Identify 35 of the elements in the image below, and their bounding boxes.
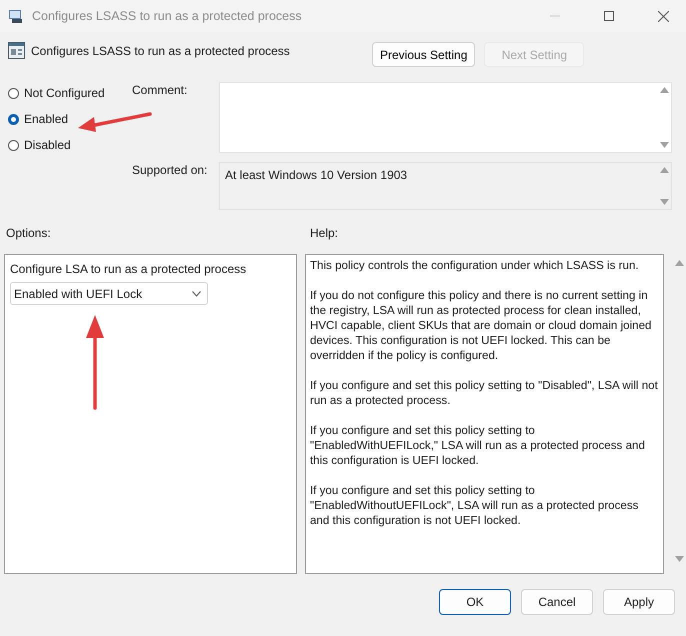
policy-title: Configures LSASS to run as a protected process (31, 44, 291, 58)
help-text: If you do not configure this policy and there is no current setting in the registry, LSA will run as protected process for clean installed, HVCI capable, client SKUs that are domain or cloud domain joined devices. This configuration is not UEFI locked. This can be overridden if the policy is configured. (310, 288, 653, 363)
previous-setting-button[interactable]: Previous Setting (372, 42, 476, 67)
scroll-down-icon[interactable] (660, 199, 668, 205)
scroll-up-icon[interactable] (660, 167, 668, 173)
radio-indicator[interactable] (8, 114, 19, 124)
help-label: Help: (310, 226, 338, 242)
options-label: Options: (6, 226, 51, 240)
help-text: If you configure and set this policy setting to "EnabledWithoutUEFILock", LSA will run as a protected process and this configuration is not UEFI locked. (310, 483, 640, 528)
setting-label: Configure LSA to run as a protected process (10, 262, 246, 276)
policy-setting-icon (8, 42, 25, 59)
maximize-icon (604, 11, 614, 21)
apply-button[interactable]: Apply (603, 589, 675, 615)
close-icon (658, 10, 668, 22)
help-text: If you configure and set this policy setting to "EnabledWithUEFILock," LSA will run as a protected process and this configuration is UEFI locked. (310, 423, 646, 468)
chevron-down-icon (192, 290, 201, 296)
supported-on-label: Supported on: (132, 162, 208, 179)
help-text: If you configure and set this policy setting to "Disabled", LSA will not run as a protected process. (310, 378, 659, 408)
scroll-up-icon[interactable] (674, 260, 684, 266)
policy-app-icon (8, 8, 24, 24)
scroll-down-icon[interactable] (674, 556, 684, 562)
state-radio[interactable]: Not Configured (8, 86, 132, 100)
radio-indicator[interactable] (8, 88, 19, 98)
state-radio[interactable]: Disabled (8, 138, 132, 152)
supported-on-field: At least Windows 10 Version 1903 (219, 162, 672, 210)
comment-field[interactable] (219, 82, 672, 153)
scroll-down-icon[interactable] (660, 142, 668, 148)
cancel-button[interactable]: Cancel (521, 589, 593, 615)
radio-indicator[interactable] (8, 140, 19, 150)
comment-label: Comment: (132, 82, 188, 99)
scroll-up-icon[interactable] (660, 87, 668, 93)
dropdown[interactable]: Enabled with UEFI Lock (10, 282, 208, 305)
help-text: This policy controls the configuration under which LSASS is run. (310, 258, 640, 273)
window-title: Configures LSASS to run as a protected process (32, 9, 303, 23)
ok-button[interactable]: OK (439, 589, 511, 615)
